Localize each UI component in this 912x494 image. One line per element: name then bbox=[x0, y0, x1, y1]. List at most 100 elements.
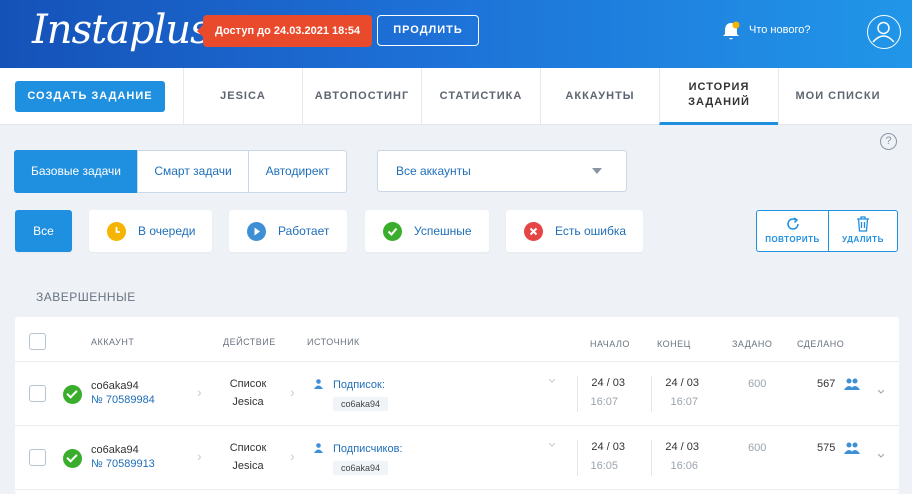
top-header: Instaplus Доступ до 24.03.2021 18:54 ПРО… bbox=[0, 0, 912, 68]
chevron-right-icon: › bbox=[197, 384, 202, 400]
users-icon[interactable] bbox=[844, 442, 860, 454]
segment-smart-tasks[interactable]: Смарт задачи bbox=[137, 150, 249, 193]
chevron-down-icon bbox=[592, 168, 602, 174]
row-divider bbox=[15, 489, 899, 490]
divider bbox=[577, 376, 578, 412]
close-icon bbox=[524, 221, 543, 241]
trash-icon bbox=[857, 216, 869, 232]
column-header-action: ДЕЙСТВИЕ bbox=[223, 337, 276, 347]
filter-error[interactable]: Есть ошибка bbox=[506, 210, 643, 252]
tasks-set: 600 bbox=[748, 442, 767, 454]
filter-queued-label: В очереди bbox=[138, 224, 196, 238]
filter-all[interactable]: Все bbox=[15, 210, 72, 252]
action-cell: Список Jesica bbox=[218, 439, 278, 475]
users-icon[interactable] bbox=[844, 378, 860, 390]
chevron-down-icon[interactable] bbox=[549, 443, 555, 447]
tasks-set: 600 bbox=[748, 378, 767, 390]
extend-button[interactable]: ПРОДЛИТЬ bbox=[377, 15, 479, 46]
action-type: Список bbox=[229, 378, 267, 390]
filter-error-label: Есть ошибка bbox=[555, 224, 627, 238]
filter-running-label: Работает bbox=[278, 224, 330, 238]
row-divider bbox=[15, 361, 899, 362]
source-tag: co6aka94 bbox=[333, 397, 389, 411]
delete-button-label: УДАЛИТЬ bbox=[842, 235, 884, 244]
bell-icon[interactable] bbox=[720, 20, 742, 42]
start-date: 24 / 03 bbox=[591, 441, 625, 453]
action-type: Список bbox=[229, 442, 267, 454]
filter-queued[interactable]: В очереди bbox=[89, 210, 212, 252]
tab-statistics[interactable]: СТАТИСТИКА bbox=[421, 68, 540, 125]
nav-bar: СОЗДАТЬ ЗАДАНИЕ JESICA АВТОПОСТИНГ СТАТИ… bbox=[0, 68, 912, 125]
check-icon bbox=[383, 221, 402, 241]
access-badge: Доступ до 24.03.2021 18:54 bbox=[196, 15, 373, 47]
whats-new-link[interactable]: Что нового? bbox=[749, 22, 810, 38]
account-name: co6aka94 bbox=[91, 444, 139, 456]
logo[interactable]: Instaplus bbox=[32, 2, 211, 58]
action-list: Jesica bbox=[232, 460, 264, 472]
chevron-down-icon[interactable] bbox=[549, 379, 555, 383]
start-date: 24 / 03 bbox=[591, 377, 625, 389]
chevron-right-icon: › bbox=[290, 448, 295, 464]
account-name: co6aka94 bbox=[91, 380, 139, 392]
user-icon bbox=[314, 443, 323, 453]
divider bbox=[651, 440, 652, 476]
play-icon bbox=[247, 221, 266, 241]
segment-autodirect[interactable]: Автодирект bbox=[248, 150, 347, 193]
start-time: 16:07 bbox=[590, 396, 618, 408]
column-header-start: НАЧАЛО bbox=[590, 339, 630, 349]
clock-icon bbox=[107, 221, 126, 241]
column-header-source: ИСТОЧНИК bbox=[307, 337, 360, 347]
success-status-icon bbox=[63, 385, 82, 404]
column-header-done: СДЕЛАНО bbox=[797, 339, 845, 349]
start-time: 16:05 bbox=[590, 460, 618, 472]
action-cell: Список Jesica bbox=[218, 375, 278, 411]
task-number-link[interactable]: № 70589984 bbox=[91, 394, 155, 406]
tab-jesica[interactable]: JESICA bbox=[183, 68, 302, 125]
column-header-account: АККАУНТ bbox=[91, 337, 135, 347]
delete-button[interactable]: УДАЛИТЬ bbox=[828, 210, 898, 252]
filter-successful[interactable]: Успешные bbox=[365, 210, 489, 252]
chevron-right-icon: › bbox=[290, 384, 295, 400]
repeat-button-label: ПОВТОРИТЬ bbox=[765, 235, 820, 244]
source-label: Подписок: bbox=[333, 379, 385, 391]
filter-successful-label: Успешные bbox=[414, 224, 472, 238]
filter-running[interactable]: Работает bbox=[229, 210, 347, 252]
success-status-icon bbox=[63, 449, 82, 468]
user-icon bbox=[314, 379, 323, 389]
select-all-checkbox[interactable] bbox=[29, 333, 46, 350]
tasks-done: 567 bbox=[817, 378, 836, 390]
tab-task-history-label: ИСТОРИЯ ЗАДАНИЙ bbox=[688, 81, 750, 108]
end-time: 16:07 bbox=[670, 396, 698, 408]
expand-row-icon[interactable] bbox=[878, 390, 884, 394]
segment-basic-tasks[interactable]: Базовые задачи bbox=[14, 150, 138, 193]
user-avatar-icon[interactable] bbox=[867, 15, 901, 49]
end-time: 16:06 bbox=[670, 460, 698, 472]
expand-row-icon[interactable] bbox=[878, 454, 884, 458]
row-checkbox[interactable] bbox=[29, 385, 46, 402]
divider bbox=[577, 440, 578, 476]
account-select[interactable]: Все аккаунты bbox=[377, 150, 627, 192]
tab-task-history[interactable]: ИСТОРИЯ ЗАДАНИЙ bbox=[659, 68, 778, 125]
end-date: 24 / 03 bbox=[665, 441, 699, 453]
chevron-right-icon: › bbox=[197, 448, 202, 464]
end-date: 24 / 03 bbox=[665, 377, 699, 389]
column-header-end: КОНЕЦ bbox=[657, 339, 691, 349]
tab-autoposting[interactable]: АВТОПОСТИНГ bbox=[302, 68, 421, 125]
tab-accounts[interactable]: АККАУНТЫ bbox=[540, 68, 659, 125]
help-icon[interactable]: ? bbox=[880, 133, 897, 150]
tab-my-lists[interactable]: МОИ СПИСКИ bbox=[778, 68, 897, 125]
section-title-completed: ЗАВЕРШЕННЫЕ bbox=[36, 290, 136, 304]
task-number-link[interactable]: № 70589913 bbox=[91, 458, 155, 470]
row-checkbox[interactable] bbox=[29, 449, 46, 466]
account-select-value: Все аккаунты bbox=[396, 164, 471, 178]
column-header-set: ЗАДАНО bbox=[732, 339, 773, 349]
action-list: Jesica bbox=[232, 396, 264, 408]
row-divider bbox=[15, 425, 899, 426]
tasks-done: 575 bbox=[817, 442, 836, 454]
source-tag: co6aka94 bbox=[333, 461, 389, 475]
create-task-button[interactable]: СОЗДАТЬ ЗАДАНИЕ bbox=[15, 81, 165, 112]
divider bbox=[651, 376, 652, 412]
source-label: Подписчиков: bbox=[333, 443, 403, 455]
repeat-button[interactable]: ПОВТОРИТЬ bbox=[756, 210, 829, 252]
refresh-icon bbox=[786, 217, 799, 230]
